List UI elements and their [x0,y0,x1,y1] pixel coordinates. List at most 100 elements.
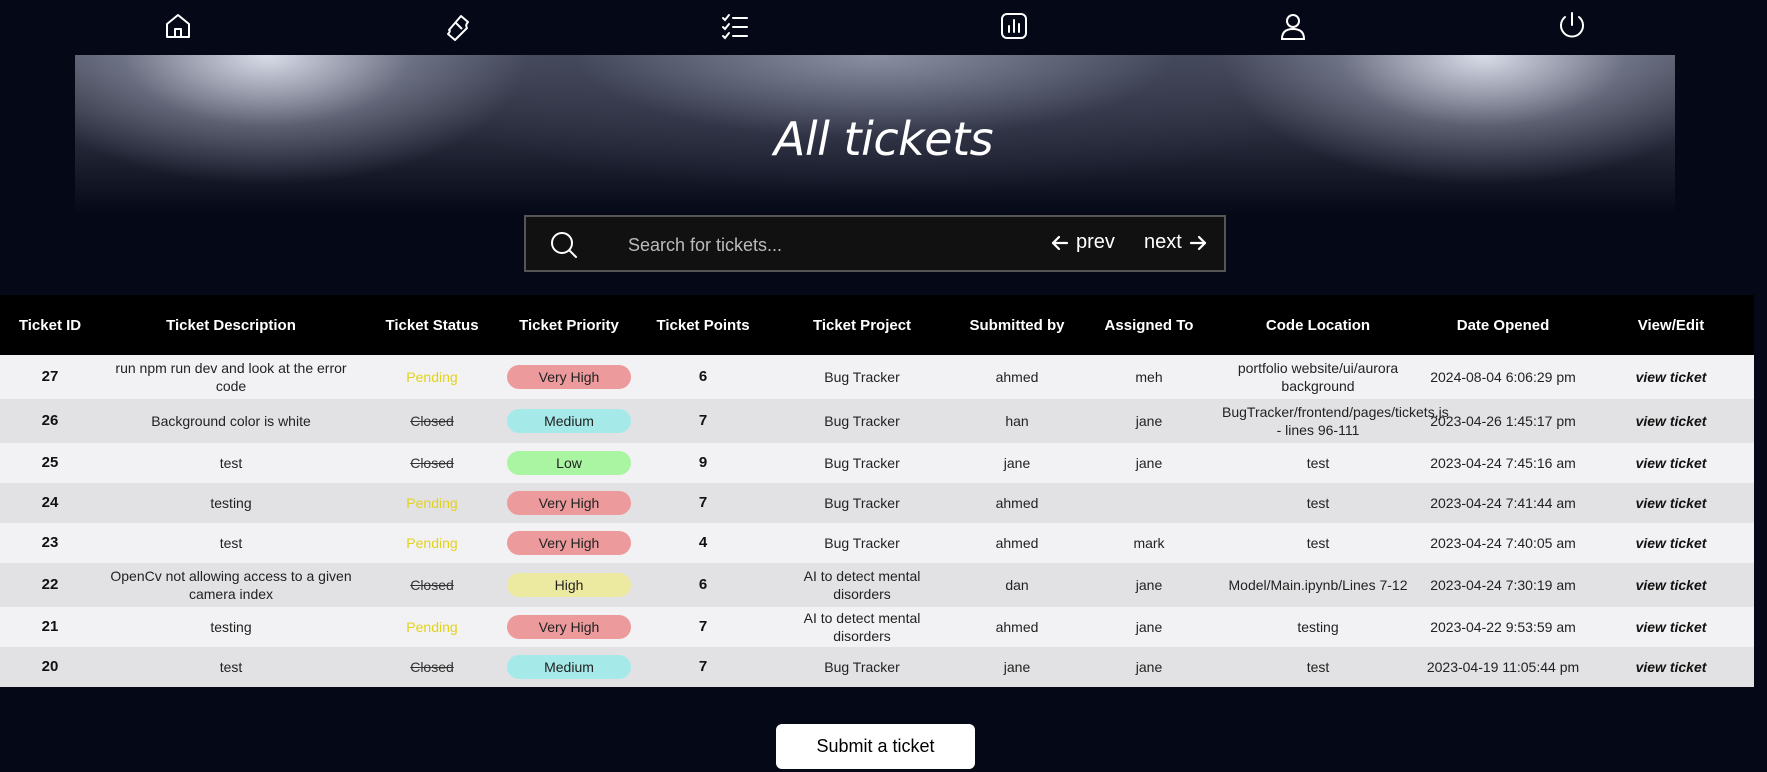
code-location-cell: BugTracker/frontend/pages/tickets.js - l… [1222,404,1449,438]
code-location-cell: Model/Main.ipynb/Lines 7-12 [1228,577,1408,593]
search-bar: prev next [524,215,1226,272]
search-input[interactable] [626,229,960,261]
column-header: Ticket Priority [519,316,619,334]
column-header: Ticket Description [166,316,296,334]
checklist-icon[interactable] [715,6,755,46]
date-opened-cell: 2023-04-24 7:40:05 am [1430,535,1576,551]
table-row: 26 Background color is white Closed Medium 7… [0,399,1754,443]
date-opened-cell: 2023-04-24 7:30:19 am [1430,577,1576,593]
column-header: Ticket Project [812,316,912,334]
assigned-to-cell: jane [1135,577,1163,593]
search-icon[interactable] [550,231,578,259]
column-header: Date Opened [1456,316,1550,334]
priority-badge: High [507,573,631,597]
column-header: Assigned To [1104,316,1194,334]
prev-button[interactable]: prev [1050,231,1115,254]
ticket-id-cell: 20 [41,658,59,675]
code-location-cell: test [1306,495,1330,511]
view-ticket-link[interactable]: view ticket [1588,399,1754,443]
view-ticket-link[interactable]: view ticket [1588,355,1754,399]
submitted-by-cell: ahmed [995,495,1039,511]
date-opened-cell: 2023-04-24 7:45:16 am [1430,455,1576,471]
date-opened-cell: 2023-04-19 11:05:44 pm [1426,659,1580,675]
description-cell: test [219,659,243,675]
assigned-to-cell [1080,483,1218,523]
view-ticket-link[interactable]: view ticket [1588,607,1754,647]
priority-badge: Very High [507,615,631,639]
project-cell: Bug Tracker [824,455,900,471]
column-header: View/Edit [1637,316,1705,334]
ticket-id-cell: 23 [41,534,59,551]
column-header: Ticket Points [656,316,750,334]
project-cell: Bug Tracker [824,369,900,385]
view-ticket-link[interactable]: view ticket [1588,523,1754,563]
assigned-to-cell: jane [1135,659,1163,675]
status-label: Closed [410,577,454,593]
tickets-table: Ticket ID Ticket Description Ticket Stat… [0,295,1754,687]
status-label: Pending [406,495,458,511]
priority-badge: Medium [507,655,631,679]
chart-icon[interactable] [994,6,1034,46]
priority-badge: Very High [507,365,631,389]
table-header-row: Ticket ID Ticket Description Ticket Stat… [0,295,1754,355]
priority-cell: Very High [502,607,636,647]
code-location-cell: testing [1297,619,1339,635]
status-label: Closed [410,413,454,429]
project-cell: Bug Tracker [824,413,900,429]
points-cell: 6 [698,576,708,593]
priority-cell: Very High [502,483,636,523]
points-cell: 9 [698,454,708,471]
ticket-id-cell: 26 [41,412,59,429]
code-location-cell: test [1306,455,1330,471]
submitted-by-cell: ahmed [995,369,1039,385]
priority-cell: Low [502,443,636,483]
home-icon[interactable] [158,6,198,46]
next-button[interactable]: next [1144,231,1208,254]
assigned-to-cell: jane [1135,413,1163,429]
date-opened-cell: 2023-04-24 7:41:44 am [1430,495,1576,511]
view-ticket-link[interactable]: view ticket [1588,647,1754,687]
description-cell: testing [210,619,252,635]
project-cell: Bug Tracker [824,495,900,511]
status-cell: Pending [362,483,502,523]
priority-badge: Very High [507,531,631,555]
view-ticket-link[interactable]: view ticket [1588,483,1754,523]
table-row: 22 OpenCv not allowing access to a given … [0,563,1754,607]
ticket-id-cell: 22 [41,576,59,593]
submit-ticket-button[interactable]: Submit a ticket [776,724,975,769]
assigned-to-cell: jane [1135,619,1163,635]
priority-cell: High [502,563,636,607]
table-row: 20 test Closed Medium 7 Bug Tracker jane jane te… [0,647,1754,687]
table-body: 27 run npm run dev and look at the error … [0,355,1754,687]
submitted-by-cell: ahmed [995,535,1039,551]
project-cell: AI to detect mental disorders [803,568,921,602]
power-icon[interactable] [1552,6,1592,46]
user-icon[interactable] [1273,6,1313,46]
page-title: All tickets [773,112,994,166]
column-header: Submitted by [969,316,1065,334]
description-cell: run npm run dev and look at the error co… [115,360,347,394]
date-opened-cell: 2024-08-04 6:06:29 pm [1430,369,1576,385]
table-row: 25 test Closed Low 9 Bug Tracker jane jane test 2… [0,443,1754,483]
priority-cell: Medium [502,647,636,687]
points-cell: 7 [698,412,708,429]
points-cell: 6 [698,368,708,385]
view-ticket-link[interactable]: view ticket [1588,443,1754,483]
description-cell: Background color is white [151,413,311,429]
view-ticket-link[interactable]: view ticket [1588,563,1754,607]
priority-badge: Low [507,451,631,475]
code-location-cell: test [1306,535,1330,551]
priority-cell: Very High [502,355,636,399]
status-cell: Closed [362,647,502,687]
ticket-id-cell: 27 [41,368,59,385]
points-cell: 7 [698,494,708,511]
description-cell: testing [210,495,252,511]
status-label: Pending [406,535,458,551]
ticket-icon[interactable] [437,6,477,46]
ticket-id-cell: 21 [41,618,59,635]
prev-label: prev [1076,231,1115,253]
column-header: Code Location [1265,316,1371,334]
status-label: Closed [410,455,454,471]
table-row: 23 test Pending Very High 4 Bug Tracker ahmed m… [0,523,1754,563]
description-cell: OpenCv not allowing access to a given ca… [110,568,352,602]
